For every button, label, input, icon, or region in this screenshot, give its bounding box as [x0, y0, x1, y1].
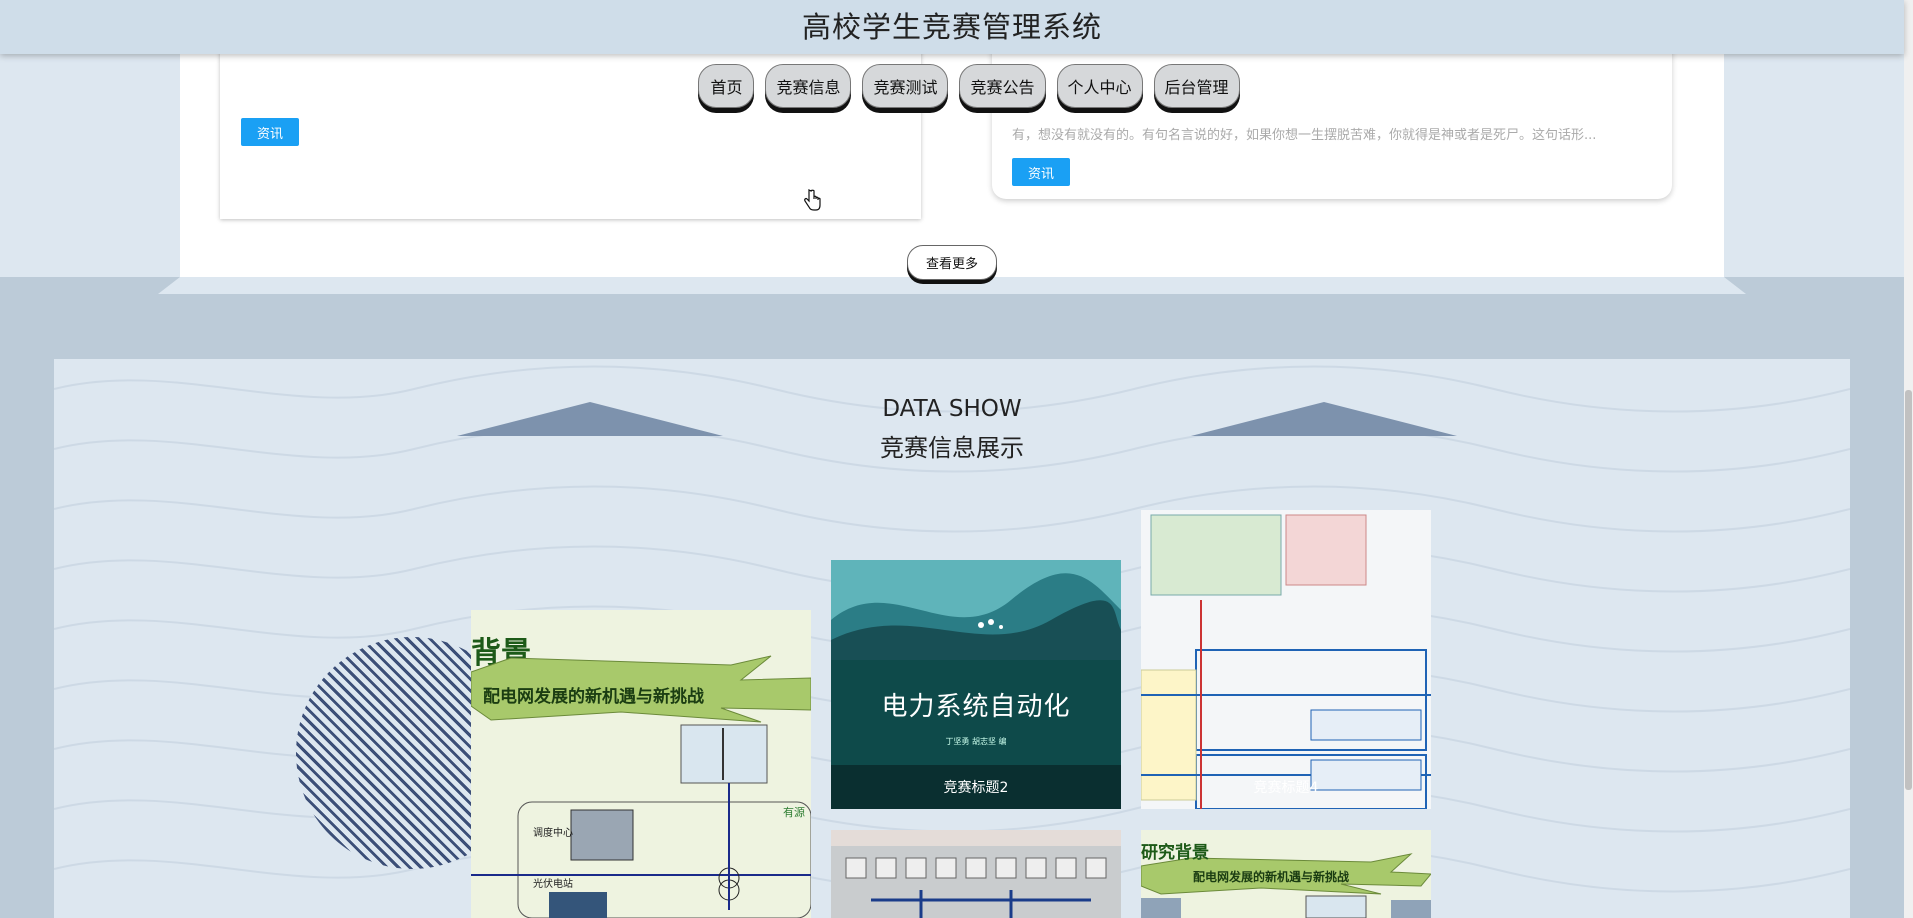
data-show-title-cn: 竞赛信息展示	[880, 434, 1024, 462]
news-tag-button[interactable]: 资讯	[241, 118, 299, 146]
scrollbar-thumb[interactable]	[1905, 390, 1912, 790]
tile-subheading: 配电网发展的新机遇与新挑战	[1193, 870, 1350, 884]
nav-competition-test[interactable]: 竞赛测试	[862, 64, 949, 108]
competition-tile[interactable]: 电力系统自动化 丁坚勇 胡志坚 编 竞赛标题2	[831, 560, 1121, 809]
book-authors: 丁坚勇 胡志坚 编	[945, 737, 1007, 746]
svg-text:光伏电站: 光伏电站	[533, 877, 573, 890]
competition-tile[interactable]: 竞赛标题4	[1141, 510, 1431, 809]
site-title: 高校学生竞赛管理系统	[801, 10, 1102, 44]
competition-tile[interactable]	[831, 830, 1121, 918]
news-card-excerpt: 有，想没有就没有的。有句名言说的好，如果你想一生摆脱苦难，你就得是神或者是死尸。…	[1012, 128, 1597, 143]
cover-art	[831, 560, 1121, 660]
data-show-title-en: DATA SHOW	[882, 396, 1022, 422]
view-more-button[interactable]: 查看更多	[907, 245, 997, 280]
competition-tile[interactable]: 背景 调度中心 光伏电站 有源 配电网发展的新机遇与新挑战	[471, 610, 811, 918]
main-nav: 首页 竞赛信息 竞赛测试 竞赛公告 个人中心 后台管理	[0, 64, 1904, 108]
control-panel-photo	[831, 830, 1121, 918]
svg-text:调度中心: 调度中心	[533, 826, 573, 839]
news-tag-button[interactable]: 资讯	[1012, 158, 1070, 186]
tile-subheading: 配电网发展的新机遇与新挑战	[483, 687, 704, 707]
competition-tile[interactable]: 研究背景 配电网发展的新机遇与新挑战	[1141, 830, 1431, 918]
nav-competition-info[interactable]: 竞赛信息	[765, 64, 852, 108]
tile-caption: 竞赛标题2	[831, 765, 1121, 809]
svg-text:有源: 有源	[783, 805, 805, 819]
nav-admin[interactable]: 后台管理	[1153, 64, 1240, 108]
nav-announcements[interactable]: 竞赛公告	[959, 64, 1046, 108]
tile-diagram: 调度中心 光伏电站 有源	[471, 655, 811, 918]
nav-home[interactable]: 首页	[698, 64, 755, 108]
hand-cursor-icon	[804, 189, 821, 211]
nav-personal-center[interactable]: 个人中心	[1056, 64, 1143, 108]
page-scrollbar[interactable]	[1904, 0, 1913, 918]
tile-caption: 竞赛标题4	[1253, 780, 1319, 796]
site-header: 高校学生竞赛管理系统	[0, 0, 1904, 54]
book-title: 电力系统自动化	[881, 692, 1071, 722]
tile-heading: 研究背景	[1141, 843, 1209, 863]
